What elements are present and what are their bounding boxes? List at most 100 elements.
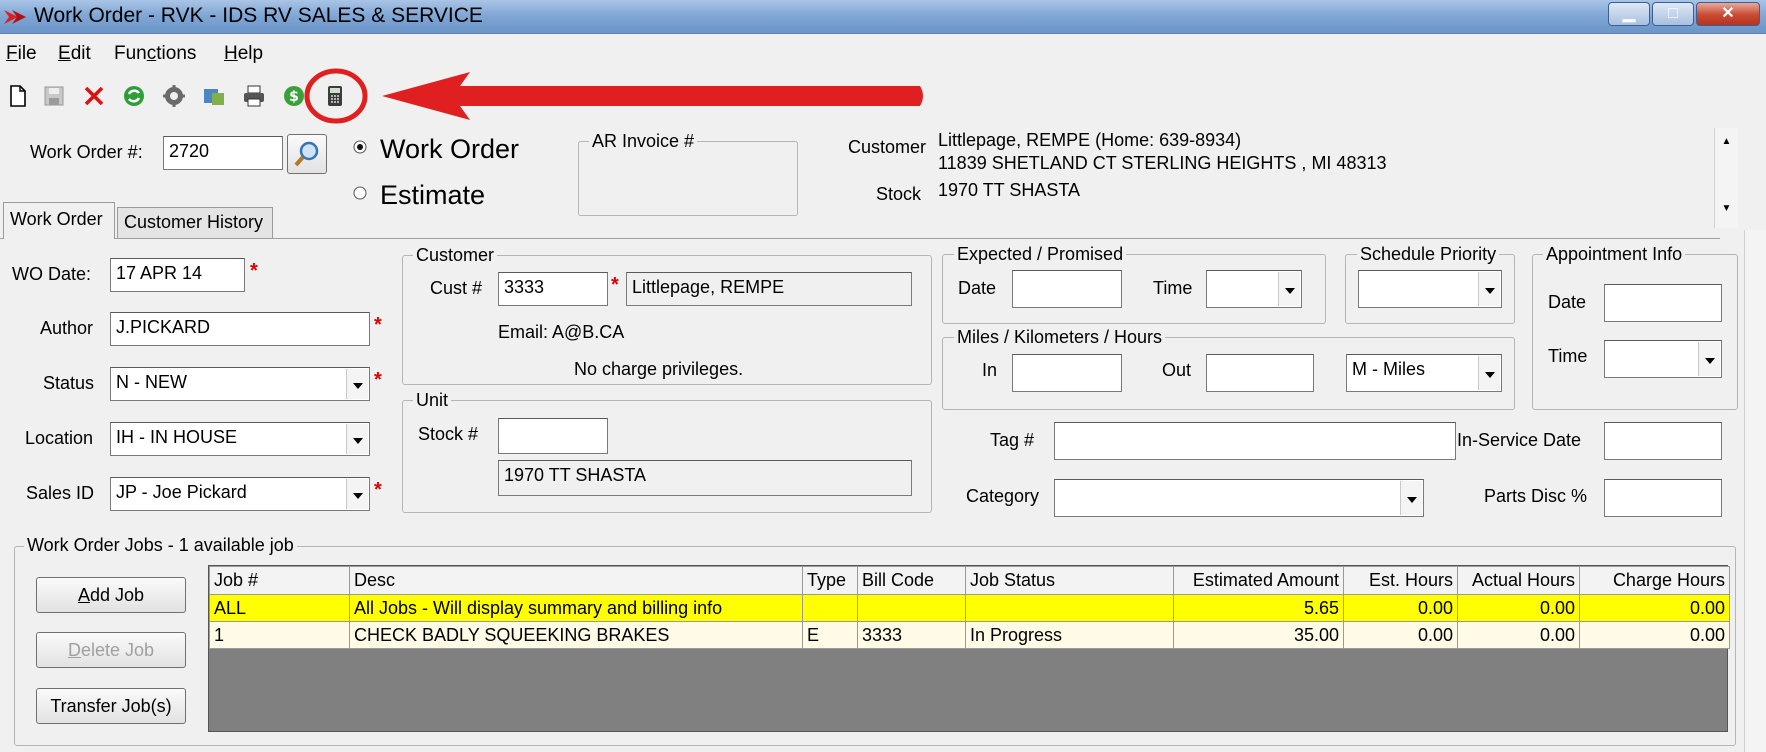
author-field[interactable]: J.PICKARD (110, 312, 370, 346)
tag-field[interactable] (1054, 422, 1456, 460)
table-row[interactable]: ALL All Jobs - Will display summary and … (209, 594, 1730, 622)
radio-unselected-icon (353, 186, 367, 200)
new-document-icon[interactable] (6, 84, 30, 108)
wo-date-field[interactable]: 17 APR 14 (110, 258, 245, 292)
status-dropdown-icon[interactable] (346, 369, 368, 399)
miles-unit-value: M - Miles (1352, 359, 1425, 379)
close-button[interactable]: ✕ (1696, 2, 1760, 26)
status-label: Status (43, 373, 95, 393)
cell-estimated-amount: 5.65 (1173, 594, 1344, 622)
schedule-priority-title: Schedule Priority (1357, 244, 1500, 265)
table-row[interactable]: 1 CHECK BADLY SQUEEKING BRAKES E 3333 In… (209, 621, 1730, 649)
header-scrollbar[interactable]: ▲ ▼ (1714, 128, 1738, 228)
location-dropdown-icon[interactable] (346, 424, 368, 454)
menu-functions[interactable]: Functions (114, 43, 196, 65)
tab-strip-line (0, 238, 1720, 239)
menu-help[interactable]: Help (224, 43, 263, 65)
radio-work-order[interactable] (353, 138, 367, 159)
cell-bill-code (857, 594, 966, 622)
window-vertical-scrollbar[interactable] (1744, 230, 1766, 752)
unit-stock-field[interactable] (498, 418, 608, 454)
expected-time-dropdown-icon[interactable] (1278, 272, 1300, 306)
menu-bar: File Edit Functions Help (0, 35, 1766, 71)
parts-disc-field[interactable] (1604, 479, 1722, 517)
work-order-number-field[interactable]: 2720 (163, 136, 283, 170)
location-value: IH - IN HOUSE (116, 427, 238, 447)
in-service-date-field[interactable] (1604, 422, 1722, 460)
col-bill-code[interactable]: Bill Code (857, 566, 966, 595)
col-charge-hours[interactable]: Charge Hours (1579, 566, 1730, 595)
cell-job-status (965, 594, 1174, 622)
jobs-grid[interactable]: Job # Desc Type Bill Code Job Status Est… (208, 565, 1730, 732)
cell-desc: All Jobs - Will display summary and bill… (349, 594, 803, 622)
miles-out-field[interactable] (1206, 354, 1314, 392)
customer-email: Email: A@B.CA (498, 322, 625, 342)
appointment-time-dropdown-icon[interactable] (1698, 342, 1720, 376)
appointment-time-label: Time (1548, 346, 1588, 366)
expected-time-label: Time (1153, 278, 1193, 298)
scroll-down-icon[interactable]: ▼ (1715, 203, 1738, 214)
cust-number-field[interactable]: 3333 (498, 272, 608, 306)
add-job-button[interactable]: Add Job (36, 577, 186, 613)
author-label: Author (40, 318, 94, 338)
magnifier-icon (294, 141, 319, 167)
expected-date-field[interactable] (1012, 270, 1122, 308)
lookup-button[interactable] (287, 134, 327, 174)
col-estimated-amount[interactable]: Estimated Amount (1173, 566, 1344, 595)
maximize-button[interactable]: □ (1652, 2, 1694, 26)
col-job-status[interactable]: Job Status (965, 566, 1174, 595)
sales-id-select[interactable]: JP - Joe Pickard (110, 477, 370, 511)
radio-selected-icon (353, 140, 367, 154)
expected-time-select[interactable] (1206, 270, 1302, 308)
miles-in-field[interactable] (1012, 354, 1122, 392)
location-select[interactable]: IH - IN HOUSE (110, 422, 370, 456)
cell-bill-code: 3333 (857, 621, 966, 649)
col-type[interactable]: Type (802, 566, 858, 595)
save-icon[interactable] (42, 84, 66, 108)
delete-job-button[interactable]: Delete Job (36, 632, 186, 668)
schedule-priority-dropdown-icon[interactable] (1478, 272, 1500, 306)
miles-unit-dropdown-icon[interactable] (1478, 356, 1500, 390)
appointment-date-field[interactable] (1604, 284, 1722, 322)
menu-file[interactable]: File (6, 43, 37, 65)
tab-work-order[interactable]: Work Order (3, 202, 115, 239)
delete-icon[interactable] (82, 84, 106, 108)
scroll-up-icon[interactable]: ▲ (1715, 136, 1738, 147)
toolbar: $ (0, 68, 1766, 124)
radio-work-order-label[interactable]: Work Order (380, 134, 519, 165)
appointment-info-title: Appointment Info (1543, 244, 1686, 265)
print-icon[interactable] (242, 84, 266, 108)
sales-id-label: Sales ID (26, 483, 95, 503)
sales-id-dropdown-icon[interactable] (346, 479, 368, 509)
status-value: N - NEW (116, 372, 187, 392)
annotation-arrow (304, 68, 923, 124)
transfer-icon[interactable] (202, 84, 226, 108)
status-required-mark: * (374, 369, 382, 391)
settings-icon[interactable] (162, 84, 186, 108)
minimize-icon: ▁ (1622, 5, 1636, 22)
refresh-icon[interactable] (122, 84, 146, 108)
cust-number-required-mark: * (611, 274, 619, 296)
transfer-jobs-button[interactable]: Transfer Job(s) (36, 688, 186, 724)
schedule-priority-select[interactable] (1358, 270, 1502, 308)
col-est-hours[interactable]: Est. Hours (1343, 566, 1458, 595)
expected-promised-title: Expected / Promised (954, 244, 1127, 265)
status-select[interactable]: N - NEW (110, 367, 370, 401)
minimize-button[interactable]: ▁ (1608, 2, 1650, 26)
charge-privileges-text: No charge privileges. (574, 359, 744, 379)
tab-customer-history[interactable]: Customer History (117, 207, 273, 238)
cell-charge-hours: 0.00 (1579, 594, 1730, 622)
miles-unit-select[interactable]: M - Miles (1346, 354, 1502, 392)
col-job-number[interactable]: Job # (209, 566, 350, 595)
col-desc[interactable]: Desc (349, 566, 803, 595)
appointment-time-select[interactable] (1604, 340, 1722, 378)
menu-edit[interactable]: Edit (58, 43, 91, 65)
category-dropdown-icon[interactable] (1400, 481, 1422, 515)
radio-estimate[interactable] (353, 184, 367, 205)
cell-job-number: ALL (209, 594, 350, 622)
cell-actual-hours: 0.00 (1457, 594, 1580, 622)
category-select[interactable] (1054, 479, 1424, 517)
col-actual-hours[interactable]: Actual Hours (1457, 566, 1580, 595)
cell-type: E (802, 621, 858, 649)
radio-estimate-label[interactable]: Estimate (380, 180, 485, 211)
